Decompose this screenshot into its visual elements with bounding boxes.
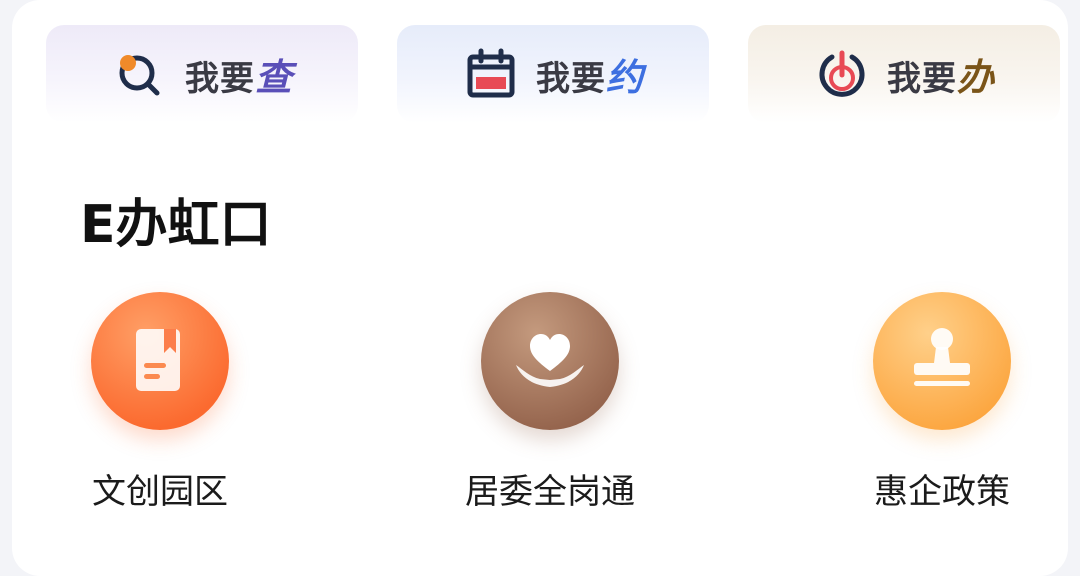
- quick-action-handle-button[interactable]: 我要办: [748, 25, 1060, 123]
- heart-hands-icon: [516, 334, 584, 387]
- quick-action-appointment-button[interactable]: 我要约: [397, 25, 709, 123]
- service-juwei-quangangtong[interactable]: 居委全岗通: [430, 292, 670, 513]
- main-card: 我要查 我要约 我要办 E办虹口 文创园区 居委全岗通 惠企政策: [12, 0, 1068, 576]
- quick-action-label: 我要约: [536, 56, 644, 99]
- quick-action-label: 我要查: [185, 56, 293, 99]
- service-wenchuang-park[interactable]: 文创园区: [40, 292, 280, 513]
- section-title: E办虹口: [80, 195, 272, 255]
- service-icon-circle: [481, 292, 619, 430]
- service-icon-circle: [91, 292, 229, 430]
- service-huiqi-policy[interactable]: 惠企政策: [822, 292, 1062, 513]
- stamp-icon: [914, 328, 970, 386]
- service-label: 文创园区: [92, 472, 228, 512]
- power-icon: [819, 50, 865, 97]
- search-icon: [119, 55, 160, 96]
- service-label: 惠企政策: [874, 472, 1010, 512]
- calendar-icon: [467, 48, 515, 98]
- service-icon-circle: [873, 292, 1011, 430]
- quick-action-search-button[interactable]: 我要查: [46, 25, 358, 123]
- quick-action-label: 我要办: [887, 56, 995, 99]
- service-label: 居委全岗通: [465, 472, 635, 512]
- document-bookmark-icon: [136, 329, 180, 391]
